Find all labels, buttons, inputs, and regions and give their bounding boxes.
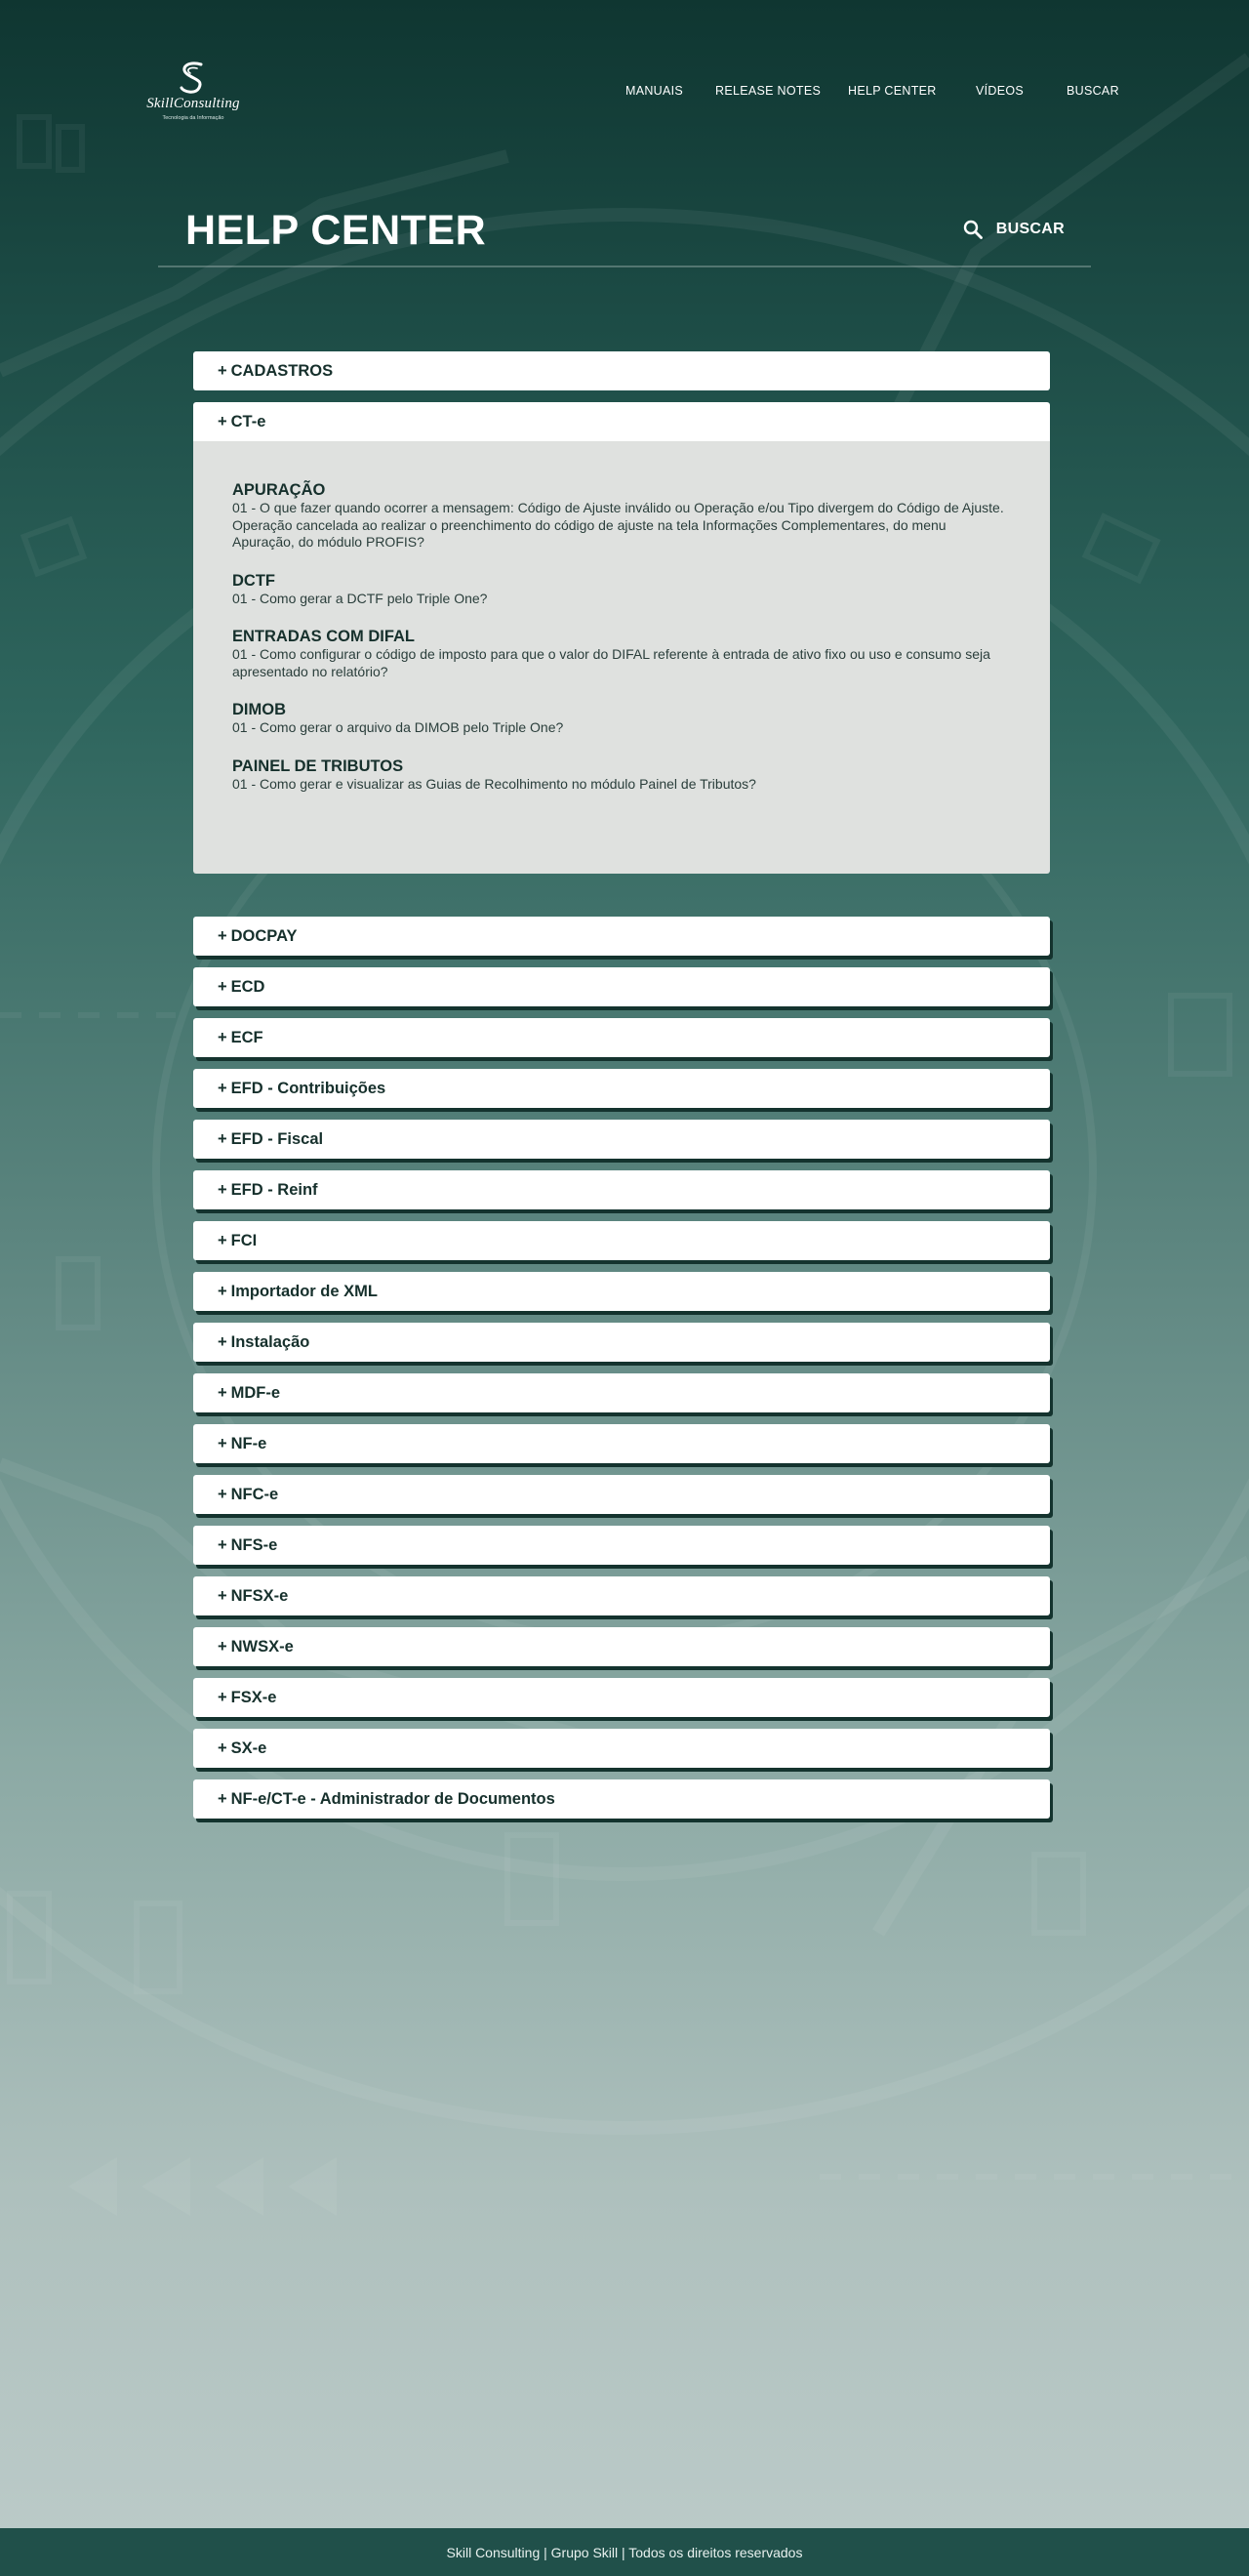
accordion-item-label: EFD - Contribuições (230, 1079, 386, 1097)
search-label: BUSCAR (995, 221, 1065, 237)
accordion-item[interactable]: + EFD - Reinf (193, 1170, 1050, 1209)
expand-plus-icon: + (218, 1231, 227, 1249)
accordion-item-label: NF-e (230, 1434, 267, 1452)
expand-plus-icon: + (218, 926, 227, 945)
accordion-item-label: NWSX-e (230, 1637, 294, 1656)
title-divider (158, 266, 1091, 267)
accordion-item[interactable]: + NFSX-e (193, 1576, 1050, 1615)
accordion-item[interactable]: + Instalação (193, 1323, 1050, 1362)
topic-link[interactable]: 01 - Como configurar o código de imposto… (232, 646, 1011, 680)
expand-plus-icon: + (218, 412, 227, 430)
site-header: SkillConsulting Tecnologia da Informação… (0, 0, 1249, 185)
topic-heading: APURAÇÃO (232, 481, 326, 499)
page-title: HELP CENTER (185, 207, 487, 254)
topic-link[interactable]: 01 - Como gerar e visualizar as Guias de… (232, 776, 1011, 794)
accordion-item-label: ECF (230, 1028, 263, 1046)
footer-copyright: Skill Consulting | Grupo Skill | Todos o… (446, 2544, 803, 2560)
expand-plus-icon: + (218, 1332, 227, 1351)
accordion-item-label: FCI (230, 1231, 258, 1249)
accordion-item-label: NF-e/CT-e - Administrador de Documentos (230, 1789, 555, 1808)
search-button[interactable]: BUSCAR (963, 217, 1065, 242)
expand-plus-icon: + (218, 1586, 227, 1605)
topic-group: ENTRADAS COM DIFAL 01 - Como configurar o… (232, 627, 1011, 680)
topic-heading: DCTF (232, 571, 275, 590)
accordion-item-label: Importador de XML (230, 1282, 378, 1300)
expand-plus-icon: + (218, 1180, 227, 1199)
accordion-item-label: ECD (230, 977, 265, 996)
accordion-item-label: NFC-e (230, 1485, 279, 1503)
accordion-item-cadastros[interactable]: + CADASTROS (193, 351, 1050, 390)
accordion-item[interactable]: + EFD - Fiscal (193, 1120, 1050, 1159)
topic-heading: PAINEL DE TRIBUTOS (232, 756, 404, 775)
accordion-item[interactable]: + Importador de XML (193, 1272, 1050, 1311)
accordion-item[interactable]: + FSX-e (193, 1678, 1050, 1717)
topic-heading: DIMOB (232, 701, 286, 718)
accordion-item[interactable]: + DOCPAY (193, 917, 1050, 956)
accordion-item[interactable]: + NF-e (193, 1424, 1050, 1463)
topic-link[interactable]: 01 - O que fazer quando ocorrer a mensag… (232, 500, 1011, 552)
accordion-item-label: EFD - Reinf (230, 1180, 318, 1199)
accordion-item[interactable]: + EFD - Contribuições (193, 1069, 1050, 1108)
expand-plus-icon: + (218, 1383, 227, 1402)
accordion-item[interactable]: + ECD (193, 967, 1050, 1006)
topic-group: APURAÇÃO 01 - O que fazer quando ocorrer … (232, 480, 1011, 552)
accordion-collapsed-list: + DOCPAY + ECD + ECF + EFD - Contribuições + EFD … (193, 917, 1050, 1819)
nav-item-help-center[interactable]: HELP CENTER (848, 84, 937, 98)
accordion-item-cte[interactable]: + CT-e (193, 402, 1050, 441)
accordion-item[interactable]: + MDF-e (193, 1373, 1050, 1412)
accordion-item[interactable]: + NWSX-e (193, 1627, 1050, 1666)
accordion-item[interactable]: + FCI (193, 1221, 1050, 1260)
topic-group: PAINEL DE TRIBUTOS 01 - Como gerar e visu… (232, 756, 1011, 794)
nav-item-buscar[interactable]: BUSCAR (1067, 84, 1119, 98)
accordion-item-label: CADASTROS (230, 361, 334, 380)
topic-link[interactable]: 01 - Como gerar a DCTF pelo Triple One? (232, 591, 1011, 608)
expand-plus-icon: + (218, 1028, 227, 1046)
expand-plus-icon: + (218, 1738, 227, 1757)
title-row: HELP CENTER BUSCAR (158, 195, 1091, 267)
accordion-item-label: FSX-e (230, 1688, 277, 1706)
expand-plus-icon: + (218, 1535, 227, 1554)
accordion-item-label: DOCPAY (230, 926, 298, 945)
site-footer: Skill Consulting | Grupo Skill | Todos o… (0, 2528, 1249, 2576)
expand-plus-icon: + (218, 361, 227, 380)
nav-item-release-notes[interactable]: RELEASE NOTES (715, 84, 821, 98)
expand-plus-icon: + (218, 1129, 227, 1148)
topic-group: DIMOB 01 - Como gerar o arquivo da DIMOB … (232, 700, 1011, 737)
expand-plus-icon: + (218, 977, 227, 996)
logo-tagline: Tecnologia da Informação (162, 115, 224, 121)
accordion-item[interactable]: + NFS-e (193, 1526, 1050, 1565)
topic-heading: ENTRADAS COM DIFAL (232, 628, 415, 645)
expand-plus-icon: + (218, 1434, 227, 1452)
accordion-item-label: SX-e (230, 1738, 267, 1757)
expand-plus-icon: + (218, 1079, 227, 1097)
accordion-item-label: MDF-e (230, 1383, 281, 1402)
help-accordion: + CADASTROS + CT-e APURAÇÃO 01 - O que fa… (193, 351, 1050, 1830)
nav-item-manuais[interactable]: MANUAIS (625, 84, 683, 98)
topic-group: DCTF 01 - Como gerar a DCTF pelo Triple O… (232, 571, 1011, 608)
expand-plus-icon: + (218, 1637, 227, 1656)
accordion-item[interactable]: + SX-e (193, 1729, 1050, 1768)
search-icon (963, 220, 983, 239)
accordion-item-label: NFSX-e (230, 1586, 289, 1605)
main-nav: MANUAIS RELEASE NOTES HELP CENTER VÍDEOS… (0, 84, 1249, 103)
accordion-item[interactable]: + NFC-e (193, 1475, 1050, 1514)
accordion-item-label: NFS-e (230, 1535, 278, 1554)
accordion-item[interactable]: + NF-e/CT-e - Administrador de Documentos (193, 1779, 1050, 1819)
expand-plus-icon: + (218, 1789, 227, 1808)
accordion-panel-cte: APURAÇÃO 01 - O que fazer quando ocorrer … (193, 441, 1050, 874)
topic-link[interactable]: 01 - Como gerar o arquivo da DIMOB pelo … (232, 719, 1011, 737)
expand-plus-icon: + (218, 1282, 227, 1300)
expand-plus-icon: + (218, 1485, 227, 1503)
accordion-item-label: CT-e (230, 412, 266, 430)
accordion-item[interactable]: + ECF (193, 1018, 1050, 1057)
expand-plus-icon: + (218, 1688, 227, 1706)
accordion-item-label: Instalação (230, 1332, 310, 1351)
accordion-item-label: EFD - Fiscal (230, 1129, 324, 1148)
nav-item-videos[interactable]: VÍDEOS (976, 84, 1024, 98)
